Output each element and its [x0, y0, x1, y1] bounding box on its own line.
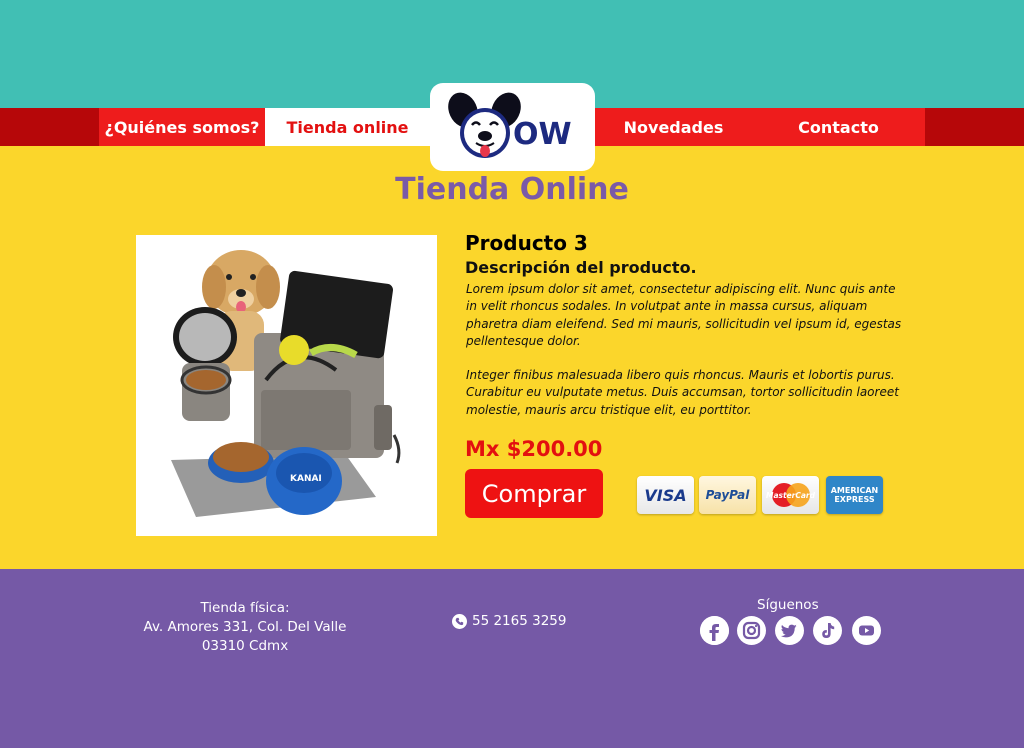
- nav-tienda-online[interactable]: Tienda online: [265, 108, 430, 146]
- logo[interactable]: OW: [430, 83, 595, 171]
- phone-number: 55 2165 3259: [472, 613, 567, 629]
- store-label: Tienda física:: [200, 600, 290, 616]
- product-price: Mx $200.00: [465, 437, 603, 461]
- store-street: Av. Amores 331, Col. Del Valle: [143, 619, 347, 635]
- facebook-icon[interactable]: [700, 616, 729, 645]
- amex-line-1: AMERICAN: [830, 486, 879, 495]
- dog-with-travel-bag-image: KANAI: [171, 250, 401, 517]
- amex-line-2: EXPRESS: [834, 495, 875, 504]
- store-city: 03310 Cdmx: [201, 638, 289, 654]
- instagram-icon[interactable]: [737, 616, 766, 645]
- buy-button[interactable]: Comprar: [465, 469, 603, 518]
- mastercard-label: MasterCard: [766, 490, 815, 500]
- follow-label: Síguenos: [757, 597, 819, 613]
- youtube-icon[interactable]: [852, 616, 881, 645]
- mastercard-card-icon: MasterCard: [762, 476, 819, 514]
- nav-contacto[interactable]: Contacto: [752, 108, 925, 146]
- svg-text:KANAI: KANAI: [290, 474, 322, 484]
- phone-link[interactable]: 55 2165 3259: [452, 613, 566, 629]
- visa-label: VISA: [644, 485, 687, 505]
- product-image: KANAI: [136, 235, 437, 536]
- whatsapp-icon: [452, 613, 467, 629]
- paypal-card-icon: PayPal: [699, 476, 756, 514]
- nav-novedades[interactable]: Novedades: [595, 108, 752, 146]
- logo-text: OW: [513, 117, 572, 152]
- description-paragraph-2: Integer finibus malesuada libero quis rh…: [466, 368, 899, 417]
- product-description: Lorem ipsum dolor sit amet, consectetur …: [466, 281, 906, 419]
- nav-quienes-somos[interactable]: ¿Quiénes somos?: [99, 108, 265, 146]
- store-address: Tienda física: Av. Amores 331, Col. Del …: [140, 599, 350, 656]
- twitter-icon[interactable]: [775, 616, 804, 645]
- product-description-title: Descripción del producto.: [465, 258, 697, 277]
- footer: [0, 569, 1024, 748]
- page-title: Tienda Online: [395, 172, 629, 207]
- amex-card-icon: AMERICAN EXPRESS: [826, 476, 883, 514]
- tiktok-icon[interactable]: [813, 616, 842, 645]
- paypal-label: PayPal: [705, 488, 750, 502]
- amex-label: AMERICAN EXPRESS: [831, 486, 879, 504]
- visa-card-icon: VISA: [637, 476, 694, 514]
- product-name: Producto 3: [465, 231, 588, 255]
- description-paragraph-1: Lorem ipsum dolor sit amet, consectetur …: [466, 282, 902, 348]
